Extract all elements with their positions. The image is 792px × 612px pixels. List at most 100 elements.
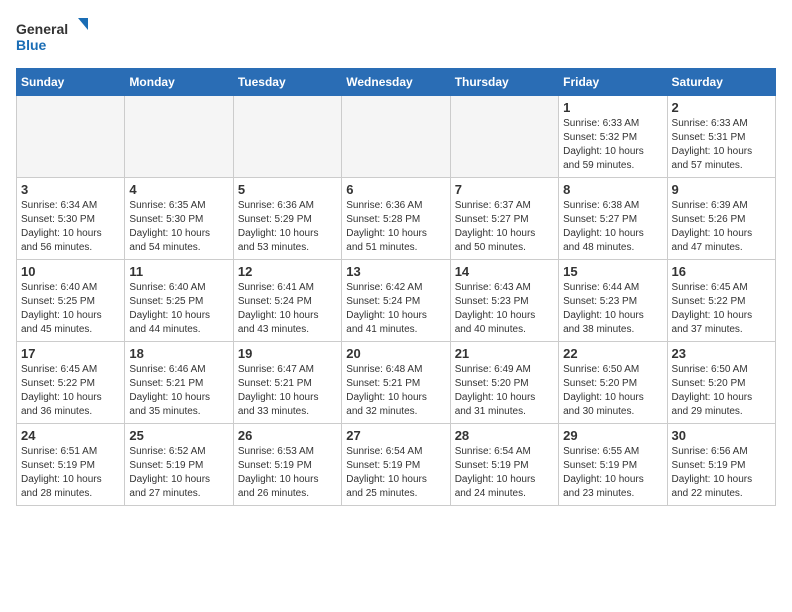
day-number: 15 [563,264,662,279]
day-info: Sunrise: 6:50 AMSunset: 5:20 PMDaylight:… [672,363,771,419]
calendar-cell: 4 Sunrise: 6:35 AMSunset: 5:30 PMDaylight… [125,178,233,260]
calendar-cell: 30 Sunrise: 6:56 AMSunset: 5:19 PMDayligh… [667,424,775,506]
calendar-header-row: SundayMondayTuesdayWednesdayThursdayFrid… [17,69,776,96]
calendar-week-row: 1 Sunrise: 6:33 AMSunset: 5:32 PMDaylight… [17,96,776,178]
calendar-cell: 6Sunrise: 6:36 AMSunset: 5:28 PMDaylight… [342,178,450,260]
day-number: 20 [346,346,445,361]
day-info: Sunrise: 6:33 AMSunset: 5:31 PMDaylight:… [672,117,771,173]
weekday-header: Tuesday [233,69,341,96]
calendar-cell: 12Sunrise: 6:41 AMSunset: 5:24 PMDayligh… [233,260,341,342]
svg-text:Blue: Blue [16,37,47,53]
calendar-cell: 20 Sunrise: 6:48 AMSunset: 5:21 PMDayligh… [342,342,450,424]
day-number: 5 [238,182,337,197]
day-number: 3 [21,182,120,197]
calendar-cell: 25 Sunrise: 6:52 AMSunset: 5:19 PMDayligh… [125,424,233,506]
calendar-cell: 2 Sunrise: 6:33 AMSunset: 5:31 PMDaylight… [667,96,775,178]
day-info: Sunrise: 6:54 AMSunset: 5:19 PMDaylight:… [346,445,445,501]
day-info: Sunrise: 6:49 AMSunset: 5:20 PMDaylight:… [455,363,554,419]
calendar-week-row: 24 Sunrise: 6:51 AMSunset: 5:19 PMDayligh… [17,424,776,506]
day-number: 25 [129,428,228,443]
day-number: 30 [672,428,771,443]
calendar-cell: 21 Sunrise: 6:49 AMSunset: 5:20 PMDayligh… [450,342,558,424]
day-number: 11 [129,264,228,279]
day-info: Sunrise: 6:45 AMSunset: 5:22 PMDaylight:… [672,281,771,337]
day-info: Sunrise: 6:39 AMSunset: 5:26 PMDaylight:… [672,199,771,255]
calendar-cell [342,96,450,178]
weekday-header: Monday [125,69,233,96]
calendar-cell: 17 Sunrise: 6:45 AMSunset: 5:22 PMDayligh… [17,342,125,424]
day-number: 18 [129,346,228,361]
day-number: 13 [346,264,445,279]
calendar-cell: 29Sunrise: 6:55 AMSunset: 5:19 PMDayligh… [559,424,667,506]
weekday-header: Saturday [667,69,775,96]
calendar-cell: 11Sunrise: 6:40 AMSunset: 5:25 PMDayligh… [125,260,233,342]
calendar-week-row: 17 Sunrise: 6:45 AMSunset: 5:22 PMDayligh… [17,342,776,424]
calendar-cell: 13 Sunrise: 6:42 AMSunset: 5:24 PMDayligh… [342,260,450,342]
calendar-cell: 19Sunrise: 6:47 AMSunset: 5:21 PMDayligh… [233,342,341,424]
weekday-header: Friday [559,69,667,96]
day-number: 9 [672,182,771,197]
calendar-cell: 22 Sunrise: 6:50 AMSunset: 5:20 PMDayligh… [559,342,667,424]
weekday-header: Wednesday [342,69,450,96]
calendar-cell [233,96,341,178]
day-info: Sunrise: 6:48 AMSunset: 5:21 PMDaylight:… [346,363,445,419]
day-info: Sunrise: 6:40 AMSunset: 5:25 PMDaylight:… [21,281,120,337]
calendar-cell: 3Sunrise: 6:34 AMSunset: 5:30 PMDaylight… [17,178,125,260]
calendar-table: SundayMondayTuesdayWednesdayThursdayFrid… [16,68,776,506]
calendar-cell: 9 Sunrise: 6:39 AMSunset: 5:26 PMDaylight… [667,178,775,260]
day-number: 23 [672,346,771,361]
day-number: 26 [238,428,337,443]
calendar-cell: 24 Sunrise: 6:51 AMSunset: 5:19 PMDayligh… [17,424,125,506]
logo: General Blue [16,16,96,56]
calendar-cell [125,96,233,178]
day-number: 4 [129,182,228,197]
page-header: General Blue [16,16,776,56]
day-number: 12 [238,264,337,279]
day-info: Sunrise: 6:36 AMSunset: 5:29 PMDaylight:… [238,199,337,255]
day-number: 1 [563,100,662,115]
weekday-header: Thursday [450,69,558,96]
day-number: 27 [346,428,445,443]
day-number: 29 [563,428,662,443]
day-number: 7 [455,182,554,197]
calendar-cell: 18 Sunrise: 6:46 AMSunset: 5:21 PMDayligh… [125,342,233,424]
day-number: 2 [672,100,771,115]
day-number: 8 [563,182,662,197]
day-info: Sunrise: 6:56 AMSunset: 5:19 PMDaylight:… [672,445,771,501]
day-number: 28 [455,428,554,443]
day-info: Sunrise: 6:33 AMSunset: 5:32 PMDaylight:… [563,117,662,173]
calendar-week-row: 3Sunrise: 6:34 AMSunset: 5:30 PMDaylight… [17,178,776,260]
day-info: Sunrise: 6:35 AMSunset: 5:30 PMDaylight:… [129,199,228,255]
day-info: Sunrise: 6:51 AMSunset: 5:19 PMDaylight:… [21,445,120,501]
calendar-cell: 8 Sunrise: 6:38 AMSunset: 5:27 PMDaylight… [559,178,667,260]
weekday-header: Sunday [17,69,125,96]
day-info: Sunrise: 6:46 AMSunset: 5:21 PMDaylight:… [129,363,228,419]
calendar-cell: 1 Sunrise: 6:33 AMSunset: 5:32 PMDaylight… [559,96,667,178]
day-number: 10 [21,264,120,279]
calendar-cell: 16 Sunrise: 6:45 AMSunset: 5:22 PMDayligh… [667,260,775,342]
day-number: 22 [563,346,662,361]
day-number: 17 [21,346,120,361]
calendar-week-row: 10 Sunrise: 6:40 AMSunset: 5:25 PMDayligh… [17,260,776,342]
day-info: Sunrise: 6:45 AMSunset: 5:22 PMDaylight:… [21,363,120,419]
calendar-cell: 27 Sunrise: 6:54 AMSunset: 5:19 PMDayligh… [342,424,450,506]
calendar-cell [17,96,125,178]
day-info: Sunrise: 6:38 AMSunset: 5:27 PMDaylight:… [563,199,662,255]
day-info: Sunrise: 6:54 AMSunset: 5:19 PMDaylight:… [455,445,554,501]
day-info: Sunrise: 6:47 AMSunset: 5:21 PMDaylight:… [238,363,337,419]
calendar-cell: 7Sunrise: 6:37 AMSunset: 5:27 PMDaylight… [450,178,558,260]
calendar-cell [450,96,558,178]
day-number: 21 [455,346,554,361]
day-info: Sunrise: 6:53 AMSunset: 5:19 PMDaylight:… [238,445,337,501]
day-number: 16 [672,264,771,279]
day-info: Sunrise: 6:50 AMSunset: 5:20 PMDaylight:… [563,363,662,419]
svg-text:General: General [16,21,68,37]
calendar-cell: 14Sunrise: 6:43 AMSunset: 5:23 PMDayligh… [450,260,558,342]
day-info: Sunrise: 6:42 AMSunset: 5:24 PMDaylight:… [346,281,445,337]
day-info: Sunrise: 6:44 AMSunset: 5:23 PMDaylight:… [563,281,662,337]
calendar-cell: 28 Sunrise: 6:54 AMSunset: 5:19 PMDayligh… [450,424,558,506]
logo-svg: General Blue [16,16,96,56]
day-info: Sunrise: 6:52 AMSunset: 5:19 PMDaylight:… [129,445,228,501]
day-number: 24 [21,428,120,443]
calendar-cell: 23 Sunrise: 6:50 AMSunset: 5:20 PMDayligh… [667,342,775,424]
